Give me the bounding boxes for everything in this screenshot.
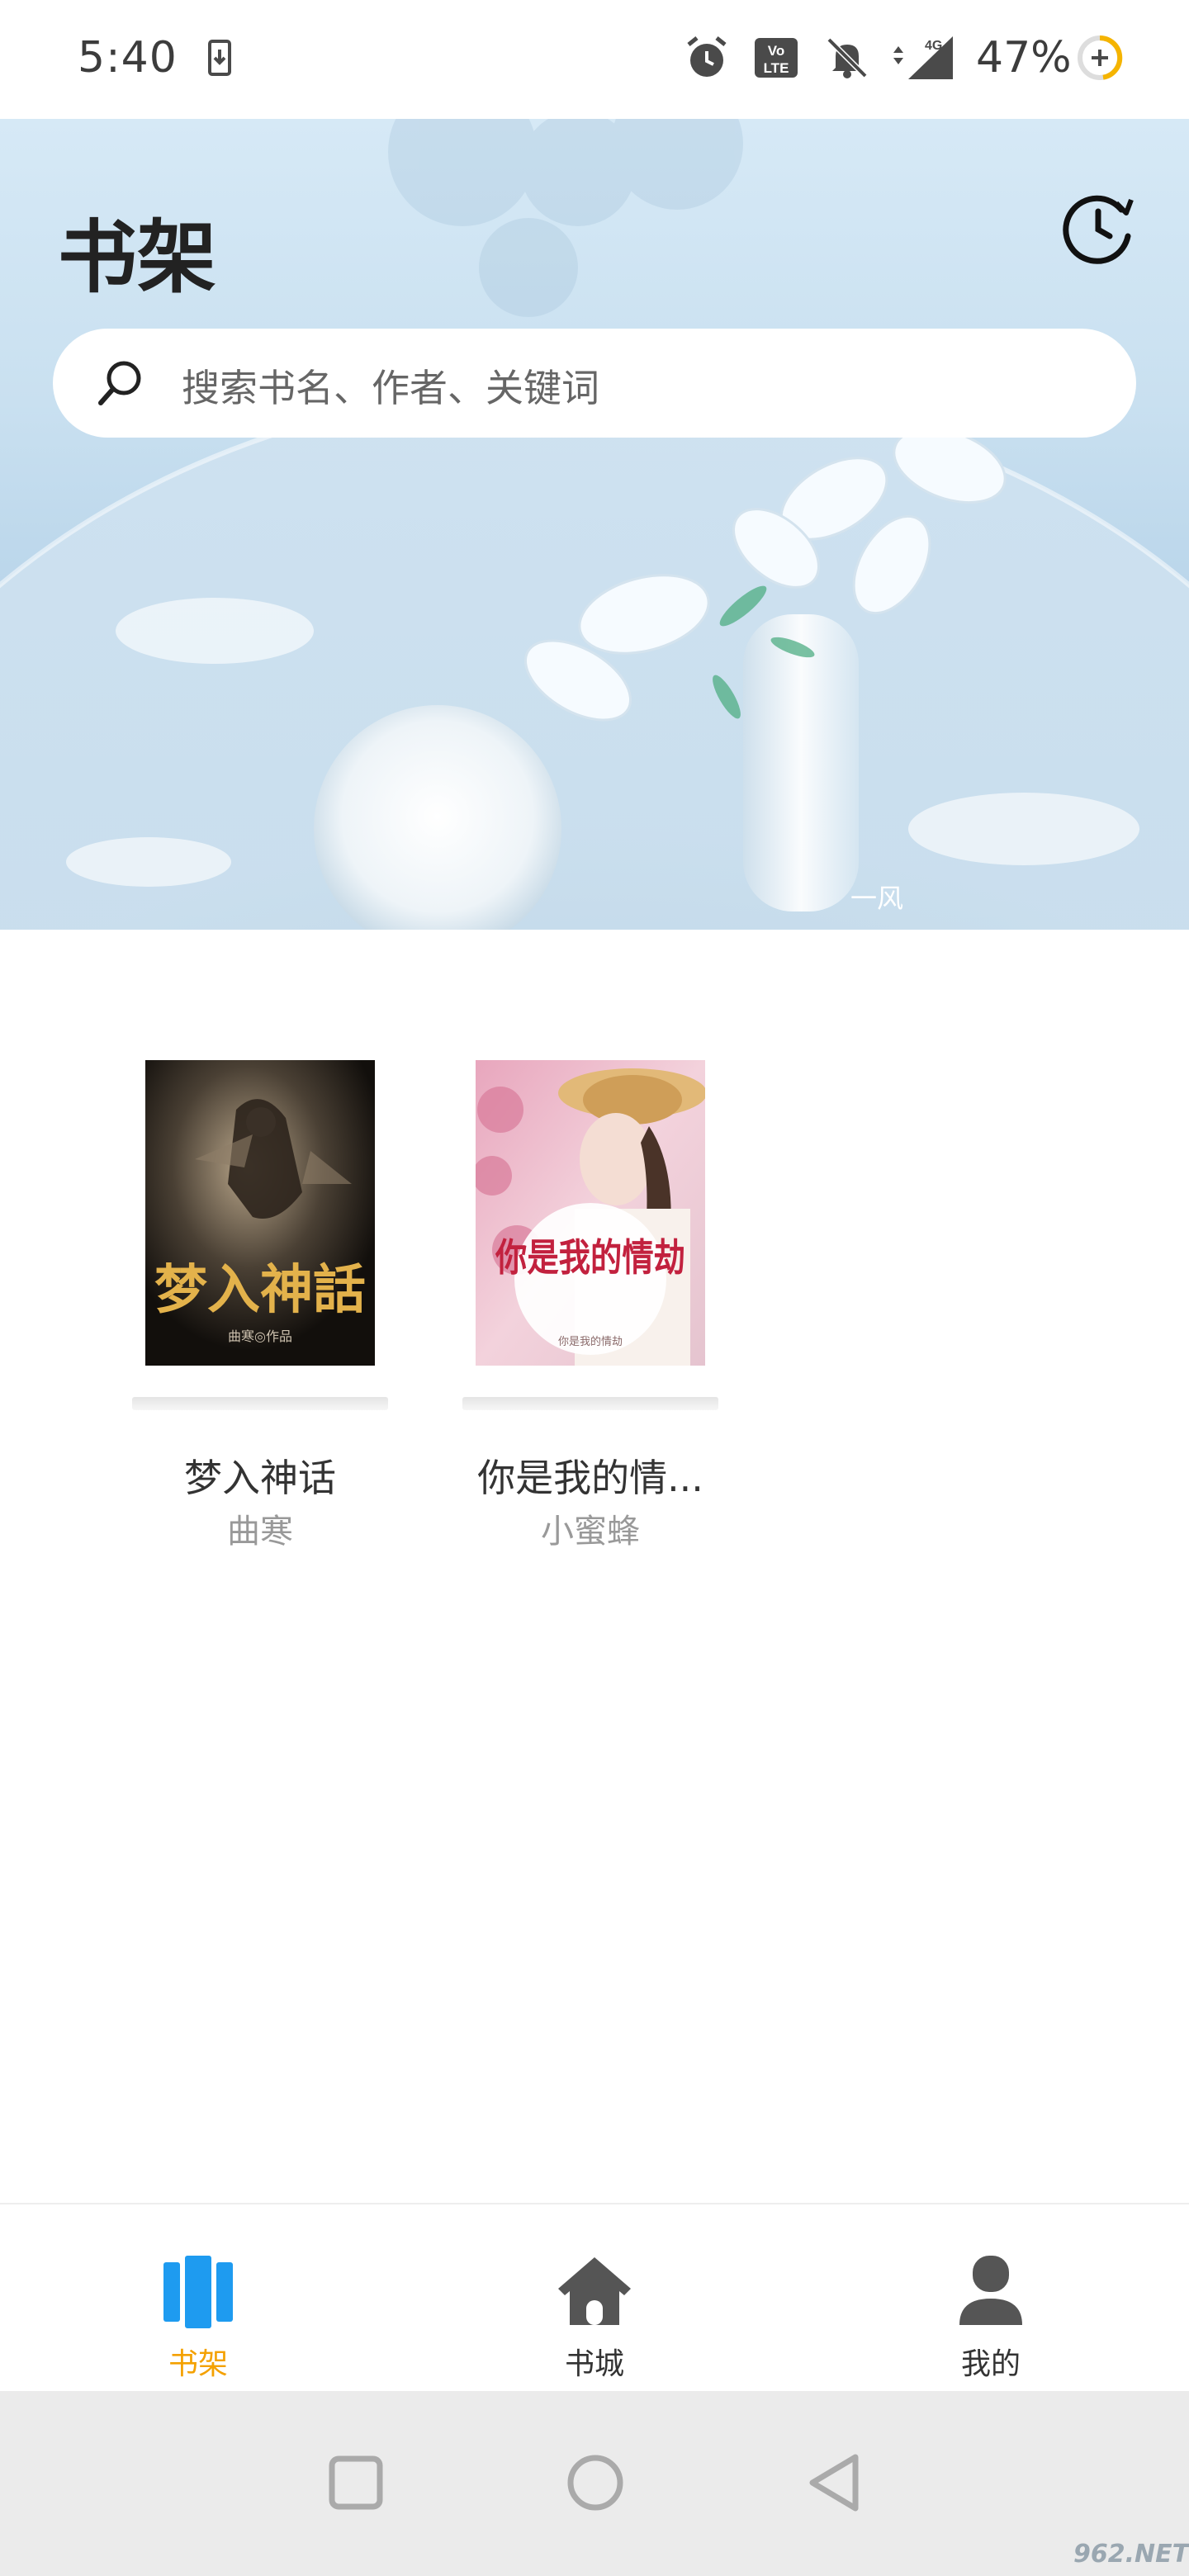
svg-text:LTE: LTE [764,60,789,76]
shelf-divider [132,1397,388,1410]
hero-signature: 一风 [850,883,903,914]
cover-title: 梦入神話 [154,1259,366,1321]
battery-percent: 47% [976,33,1072,83]
nav-item-bookshelf[interactable]: 书架 [0,2204,396,2393]
nav-label-bookstore: 书城 [564,2347,624,2381]
signal-icon: 4G [893,36,953,79]
book-author: 曲寒 [227,1513,293,1551]
search-bar[interactable]: 搜索书名、作者、关键词 [53,329,1136,438]
bottom-navigation: 书架 书城 我的 [0,2203,1189,2391]
nav-item-bookstore[interactable]: 书城 [396,2204,793,2393]
nav-label-profile: 我的 [960,2347,1021,2381]
book-title: 你是我的情... [477,1456,703,1500]
recents-square-icon[interactable] [319,2446,393,2520]
page-title: 书架 [58,211,216,304]
book-cover[interactable]: 梦入神話 曲寒◎作品 [145,1060,375,1366]
network-type: 4G [925,39,942,53]
book-author: 小蜜蜂 [541,1513,640,1551]
home-circle-icon[interactable] [558,2446,632,2520]
hero-banner: 一风 书架 搜索书名、作者、关键词 [0,119,1189,930]
home-icon [558,2257,631,2325]
svg-text:Vo: Vo [768,43,784,59]
bookshelf-icon [163,2256,233,2328]
nav-item-profile[interactable]: 我的 [793,2204,1189,2393]
volte-icon: Vo LTE [755,38,798,78]
alarm-icon [687,36,727,77]
watermark: 962.NET [1073,2540,1189,2569]
back-triangle-icon[interactable] [798,2446,872,2520]
cover-title: 你是我的情劫 [495,1235,685,1280]
book-cover[interactable]: 你是我的情劫 你是我的情劫 [476,1060,705,1366]
mute-icon [827,37,868,78]
system-navigation-bar [0,2391,1189,2576]
profile-icon [959,2256,1022,2325]
search-icon [98,361,141,405]
battery-icon [1078,35,1123,80]
cover-subtitle: 你是我的情劫 [558,1335,623,1348]
cover-subtitle: 曲寒◎作品 [228,1328,292,1344]
download-icon [208,40,231,76]
status-bar: 5:40 Vo LTE 4G 47% [0,0,1189,119]
history-clock-icon[interactable] [1055,185,1141,271]
status-time: 5:40 [78,33,178,83]
book-title: 梦入神话 [184,1456,336,1500]
search-placeholder: 搜索书名、作者、关键词 [182,366,599,410]
shelf-divider [462,1397,718,1410]
nav-label-bookshelf: 书架 [168,2347,228,2381]
